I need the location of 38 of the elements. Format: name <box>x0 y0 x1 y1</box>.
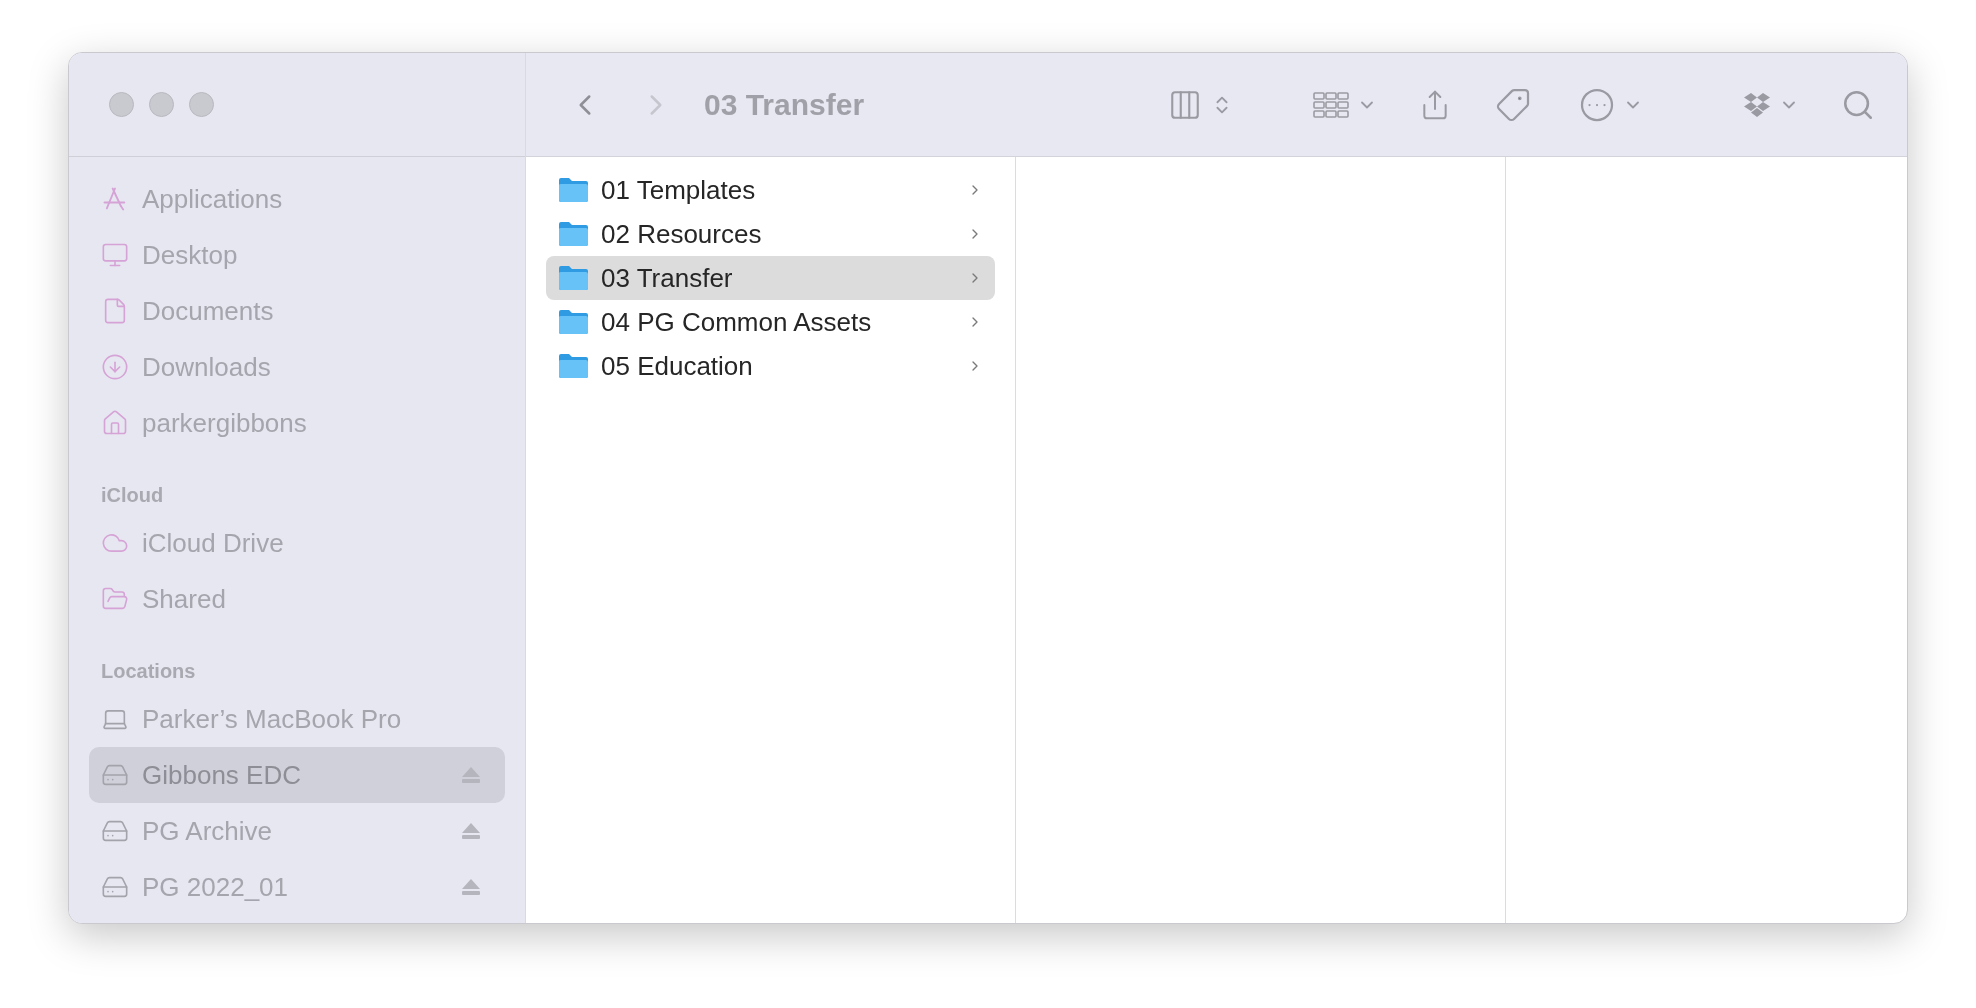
sidebar-item[interactable]: PG Archive <box>89 803 505 859</box>
close-button[interactable] <box>109 92 134 117</box>
folder-row[interactable]: 05 Education <box>546 344 995 388</box>
folder-icon <box>558 265 589 291</box>
folder-row[interactable]: 04 PG Common Assets <box>546 300 995 344</box>
folder-icon <box>558 309 589 335</box>
sidebar-section-header: iCloud <box>101 483 164 508</box>
sidebar-item[interactable]: parkergibbons <box>89 395 505 451</box>
folder-row[interactable]: 02 Resources <box>546 212 995 256</box>
folder-row[interactable]: 03 Transfer <box>546 256 995 300</box>
eject-icon[interactable] <box>461 878 481 896</box>
sidebar-item[interactable]: Documents <box>89 283 505 339</box>
download-icon <box>101 353 129 381</box>
folder-row[interactable]: 01 Templates <box>546 168 995 212</box>
folder-icon <box>558 353 589 379</box>
eject-icon[interactable] <box>461 822 481 840</box>
sidebar-item[interactable]: Gibbons EDC <box>89 747 505 803</box>
sidebar-item[interactable]: Applications <box>89 171 505 227</box>
minimize-button[interactable] <box>149 92 174 117</box>
zoom-button[interactable] <box>189 92 214 117</box>
sidebar-item[interactable]: Shared <box>89 571 505 627</box>
folder-icon <box>558 221 589 247</box>
tag-button[interactable] <box>1495 86 1531 123</box>
sidebar-item[interactable]: Downloads <box>89 339 505 395</box>
sidebar-section-header: Locations <box>101 659 196 684</box>
window-title: 03 Transfer <box>704 87 865 123</box>
house-icon <box>101 409 129 437</box>
tag-icon <box>1495 86 1531 123</box>
sidebar-item[interactable]: PG 2022_01 <box>89 859 505 915</box>
sidebar-item[interactable]: Parker’s MacBook Pro <box>89 691 505 747</box>
ellipsis-icon <box>1579 86 1615 123</box>
sidebar-item[interactable]: iCloud Drive <box>89 515 505 571</box>
desktop-icon <box>101 241 129 269</box>
eject-icon[interactable] <box>461 766 481 784</box>
sidebar-item[interactable]: Desktop <box>89 227 505 283</box>
dropbox-icon <box>1743 91 1771 118</box>
icon-grid-icon <box>1313 91 1349 118</box>
folder-icon <box>558 177 589 203</box>
